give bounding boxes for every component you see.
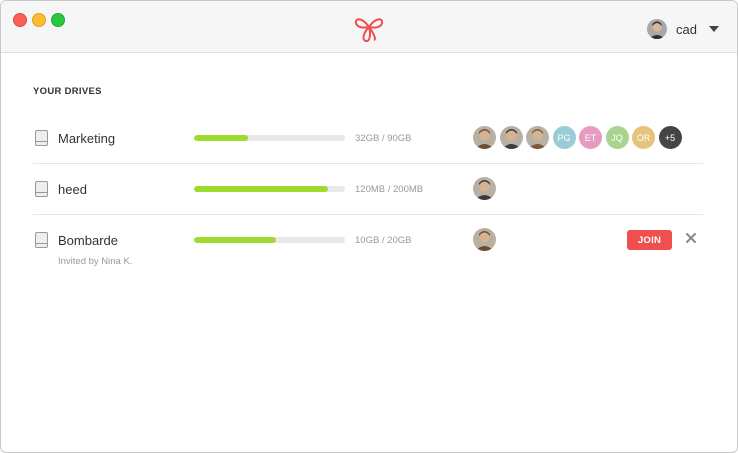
member-avatar-photo[interactable] bbox=[499, 126, 523, 149]
zoom-window-button[interactable] bbox=[51, 13, 65, 27]
minimize-window-button[interactable] bbox=[32, 13, 46, 27]
drive-row-marketing[interactable]: Marketing 32GB / 90GB PG ET JQ OR +5 bbox=[33, 113, 703, 164]
close-window-button[interactable] bbox=[13, 13, 27, 27]
storage-progress-fill bbox=[194, 135, 249, 141]
user-avatar bbox=[647, 19, 668, 39]
title-bar: cad bbox=[1, 1, 737, 53]
storage-progress-bar bbox=[194, 135, 345, 141]
user-name: cad bbox=[676, 21, 697, 37]
member-avatar-initials[interactable]: ET bbox=[579, 126, 602, 149]
drive-list: Marketing 32GB / 90GB PG ET JQ OR +5 heed 12… bbox=[33, 113, 703, 275]
member-avatar-photo[interactable] bbox=[473, 126, 496, 149]
member-avatars bbox=[473, 228, 500, 251]
app-logo-icon bbox=[354, 18, 384, 43]
app-window: cad YOUR DRIVES Marketing 32GB / 90GB PG… bbox=[0, 0, 738, 453]
drive-row-bombarde[interactable]: Bombarde Invited by Nina K. 10GB / 20GB … bbox=[33, 215, 703, 275]
drive-icon bbox=[35, 232, 48, 248]
close-icon[interactable] bbox=[685, 232, 697, 244]
storage-progress-bar bbox=[194, 237, 345, 243]
member-avatar-initials[interactable]: JQ bbox=[605, 126, 629, 149]
member-avatar-photo[interactable] bbox=[473, 177, 496, 200]
storage-usage-text: 10GB / 20GB bbox=[355, 235, 412, 246]
storage-usage-text: 120MB / 200MB bbox=[355, 184, 424, 195]
more-members-badge[interactable]: +5 bbox=[658, 126, 682, 149]
invited-by-text: Invited by Nina K. bbox=[58, 256, 133, 267]
drive-name: heed bbox=[58, 182, 87, 197]
storage-progress-fill bbox=[194, 186, 329, 192]
user-menu[interactable]: cad bbox=[647, 18, 719, 40]
member-avatar-photo[interactable] bbox=[473, 228, 496, 251]
section-title: YOUR DRIVES bbox=[33, 86, 102, 97]
member-avatar-initials[interactable]: PG bbox=[552, 126, 576, 149]
main-content: YOUR DRIVES Marketing 32GB / 90GB PG ET JQ… bbox=[33, 53, 703, 452]
join-button[interactable]: JOIN bbox=[627, 230, 672, 250]
drive-icon bbox=[35, 181, 48, 197]
drive-row-heed[interactable]: heed 120MB / 200MB bbox=[33, 164, 703, 215]
member-avatars bbox=[473, 177, 500, 200]
member-avatar-photo[interactable] bbox=[526, 126, 549, 149]
drive-icon bbox=[35, 130, 48, 146]
storage-progress-fill bbox=[194, 237, 276, 243]
chevron-down-icon[interactable] bbox=[709, 26, 719, 32]
storage-progress-bar bbox=[194, 186, 345, 192]
storage-usage-text: 32GB / 90GB bbox=[355, 133, 412, 144]
member-avatar-initials[interactable]: OR bbox=[632, 126, 655, 149]
drive-name: Bombarde bbox=[58, 233, 118, 248]
member-avatars: PG ET JQ OR +5 bbox=[473, 126, 685, 149]
drive-name: Marketing bbox=[58, 131, 116, 146]
